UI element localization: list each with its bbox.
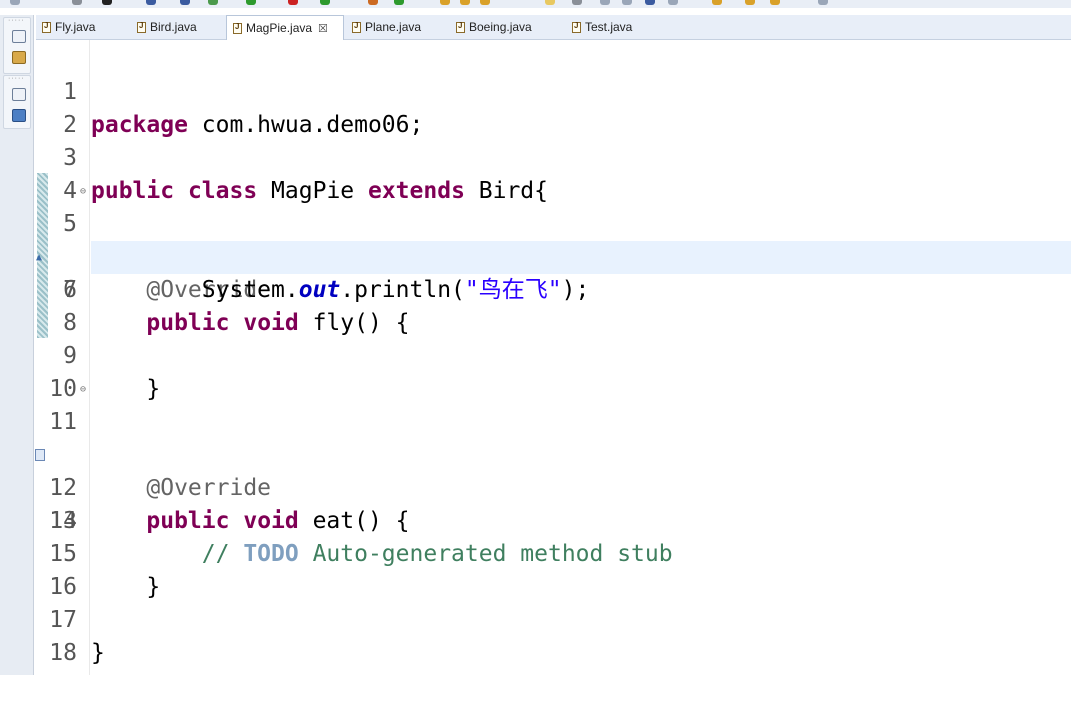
toolbar-icon[interactable] xyxy=(180,0,190,5)
code-line[interactable]: 10 xyxy=(34,340,1071,402)
minimized-view-stack: ····· xyxy=(3,75,31,129)
toolbar-icon[interactable] xyxy=(572,0,582,5)
main-toolbar xyxy=(0,0,1071,8)
toolbar-icon[interactable] xyxy=(818,0,828,5)
toolbar-icon[interactable] xyxy=(320,0,330,5)
toolbar-icon[interactable] xyxy=(712,0,722,5)
code-line[interactable]: 5 ⊖ @Override xyxy=(34,175,1071,303)
code-line[interactable]: 4 xyxy=(34,142,1071,204)
java-file-icon xyxy=(137,21,146,33)
fold-minus-icon[interactable]: ⊖ xyxy=(80,373,86,406)
toolbar-icon[interactable] xyxy=(600,0,610,5)
code-line[interactable]: 1 package com.hwua.demo06; xyxy=(34,43,1071,138)
code-line[interactable]: 3 public class MagPie extends Bird{ xyxy=(34,109,1071,204)
toolbar-icon[interactable] xyxy=(72,0,82,5)
toolbar-icon[interactable] xyxy=(645,0,655,5)
restore-icon[interactable] xyxy=(12,30,26,43)
code-line[interactable]: 14 xyxy=(34,472,1071,534)
editor-tab-bar: Fly.java Bird.java MagPie.java ☒ Plane.j… xyxy=(36,15,1071,40)
tab-fly-java[interactable]: Fly.java xyxy=(36,15,131,39)
java-file-icon xyxy=(233,22,242,34)
drag-handle[interactable]: ····· xyxy=(8,17,25,24)
toolbar-icon[interactable] xyxy=(460,0,470,5)
toolbar-icon[interactable] xyxy=(770,0,780,5)
code-line[interactable]: 13 // TODO Auto-generated method stub xyxy=(34,439,1071,567)
fold-minus-icon[interactable]: ⊖ xyxy=(80,175,86,208)
drag-handle[interactable]: ····· xyxy=(8,75,25,82)
code-line[interactable]: 17 } xyxy=(34,571,1071,666)
code-line-current[interactable]: System.out.println("鸟在飞"); xyxy=(91,241,1071,303)
tab-magpie-java[interactable]: MagPie.java ☒ xyxy=(226,15,344,40)
java-file-icon xyxy=(572,21,581,33)
console-icon[interactable] xyxy=(12,109,26,122)
minimized-view-stack: ····· xyxy=(3,17,31,74)
code-line[interactable]: 16 xyxy=(34,538,1071,600)
task-marker-icon[interactable] xyxy=(35,449,45,461)
code-line[interactable]: 2 xyxy=(34,76,1071,138)
tab-label: Bird.java xyxy=(150,20,197,34)
code-editor[interactable]: 1 package com.hwua.demo06; 2 3 public cl… xyxy=(34,40,1071,675)
line-number-row: 7 xyxy=(34,241,91,303)
toolbar-icon[interactable] xyxy=(745,0,755,5)
tab-label: Plane.java xyxy=(365,20,422,34)
code-line[interactable]: 18 xyxy=(34,604,1071,666)
line-code: } xyxy=(91,637,105,670)
code-line[interactable]: 9 } xyxy=(34,307,1071,402)
tab-label: Test.java xyxy=(585,20,633,34)
toolbar-icon[interactable] xyxy=(394,0,404,5)
tab-label: Fly.java xyxy=(55,20,96,34)
toolbar-icon[interactable] xyxy=(288,0,298,5)
java-file-icon xyxy=(456,21,465,33)
tab-label: MagPie.java xyxy=(246,21,313,35)
toolbar-icon[interactable] xyxy=(440,0,450,5)
code-line[interactable]: ▲ 12 public void eat() { xyxy=(34,406,1071,534)
restore-icon[interactable] xyxy=(12,88,26,101)
code-line[interactable]: ▲ 6 public void fly() { xyxy=(34,208,1071,336)
toolbar-icon[interactable] xyxy=(545,0,555,5)
line-number: 18 xyxy=(49,640,77,666)
toolbar-icon[interactable] xyxy=(622,0,632,5)
toolbar-icon[interactable] xyxy=(146,0,156,5)
code-line[interactable]: 11 ⊖ @Override xyxy=(34,373,1071,501)
code-text: } xyxy=(91,640,105,666)
tab-plane-java[interactable]: Plane.java xyxy=(346,15,450,39)
code-line[interactable]: 15 } xyxy=(34,505,1071,600)
java-file-icon xyxy=(42,21,51,33)
tab-test-java[interactable]: Test.java xyxy=(566,15,666,39)
package-explorer-icon[interactable] xyxy=(12,51,26,64)
toolbar-icon[interactable] xyxy=(668,0,678,5)
tab-label: Boeing.java xyxy=(469,20,532,34)
toolbar-icon[interactable] xyxy=(246,0,256,5)
toolbar-icon[interactable] xyxy=(208,0,218,5)
tab-bird-java[interactable]: Bird.java xyxy=(131,15,226,39)
toolbar-icon[interactable] xyxy=(102,0,112,5)
tab-boeing-java[interactable]: Boeing.java xyxy=(450,15,566,39)
code-line[interactable]: 8 xyxy=(34,274,1071,336)
toolbar-icon[interactable] xyxy=(480,0,490,5)
toolbar-icon[interactable] xyxy=(368,0,378,5)
java-file-icon xyxy=(352,21,361,33)
toolbar-icon[interactable] xyxy=(10,0,20,5)
left-trim-stack: ····· ····· xyxy=(0,15,34,675)
close-tab-icon[interactable]: ☒ xyxy=(318,22,328,35)
